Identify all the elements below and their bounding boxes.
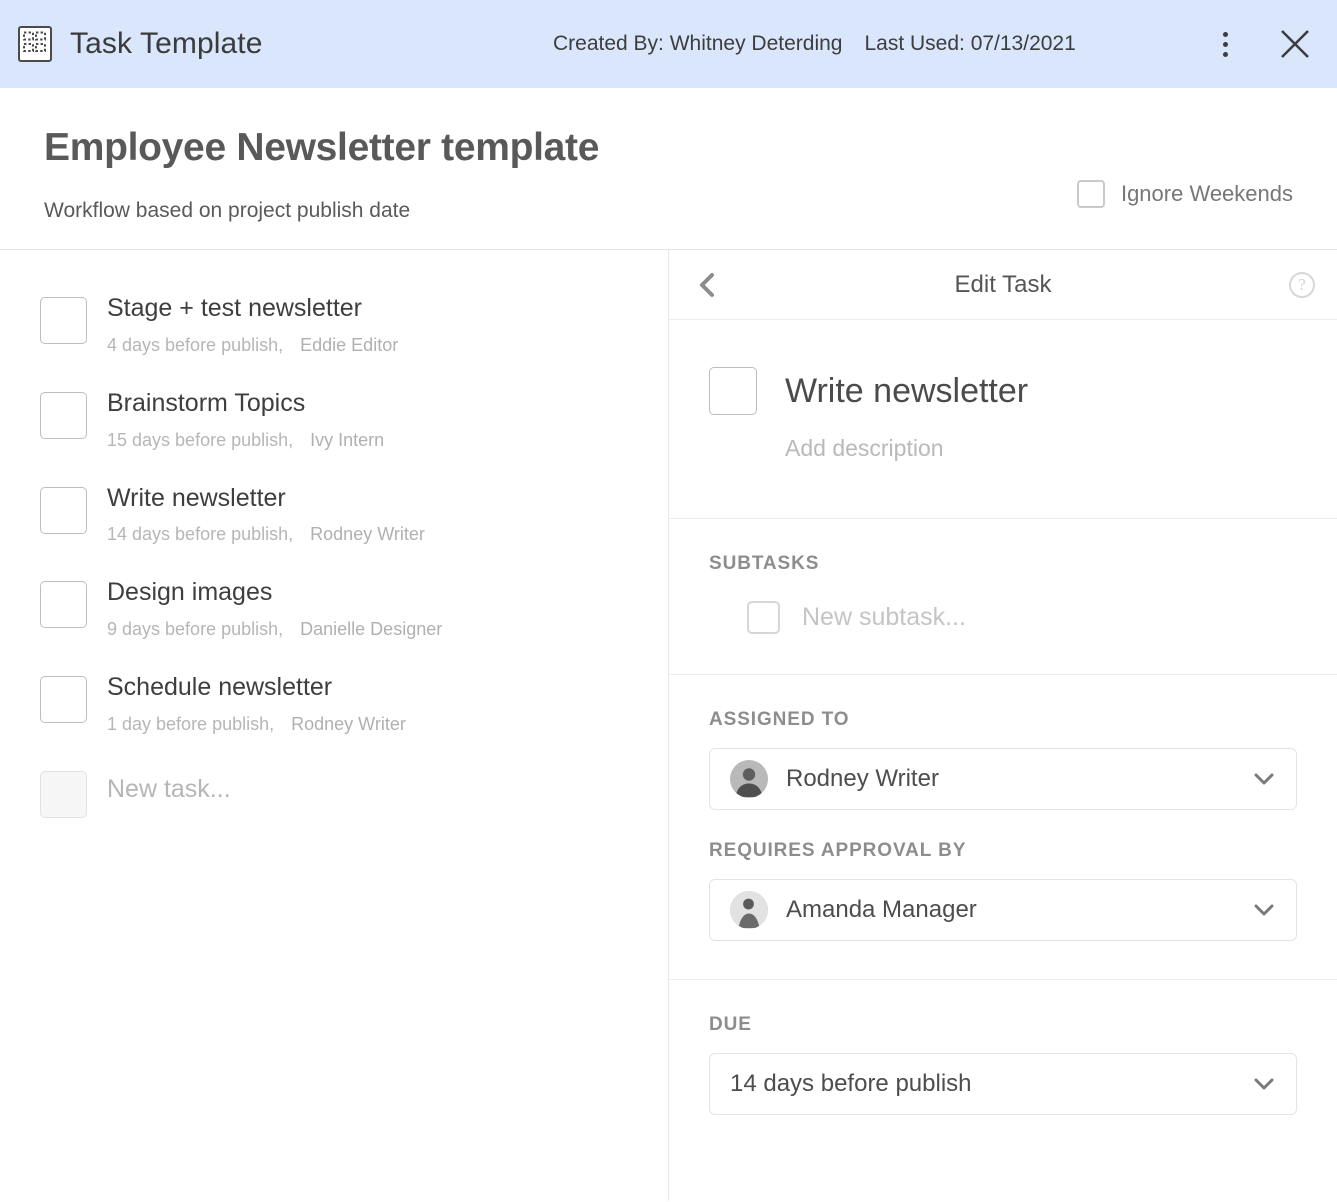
titlebar-left-group: Task Template: [18, 26, 263, 62]
task-meta: 9 days before publish, Danielle Designer: [107, 619, 442, 640]
task-due: 14 days before publish,: [107, 524, 294, 545]
task-content: Write newsletter 14 days before publish,…: [107, 484, 425, 546]
task-checkbox[interactable]: [40, 297, 87, 344]
user-avatar: [730, 891, 768, 929]
task-content: Design images 9 days before publish, Dan…: [107, 578, 442, 640]
ignore-weekends-toggle[interactable]: Ignore Weekends: [1076, 180, 1293, 208]
task-checkbox[interactable]: [40, 391, 87, 439]
task-checkbox[interactable]: [40, 486, 87, 534]
task-checkbox[interactable]: [40, 581, 87, 629]
task-title: Write newsletter: [107, 483, 286, 512]
new-subtask-placeholder[interactable]: New subtask...: [802, 603, 966, 632]
task-row[interactable]: Design images 9 days before publish, Dan…: [40, 578, 668, 640]
task-content: Schedule newsletter 1 day before publish…: [107, 673, 406, 735]
requires-approval-label: REQUIRES APPROVAL BY: [709, 840, 967, 861]
ignore-weekends-label: Ignore Weekends: [1120, 181, 1293, 206]
task-assignee: Rodney Writer: [310, 524, 425, 545]
task-due: 4 days before publish,: [107, 334, 284, 355]
task-row[interactable]: Brainstorm Topics 15 days before publish…: [40, 389, 668, 451]
task-meta: 15 days before publish, Ivy Intern: [107, 430, 384, 451]
task-title: Stage + test newsletter: [107, 294, 363, 322]
task-assignee: Danielle Designer: [300, 619, 443, 639]
task-content: Stage + test newsletter 4 days before pu…: [107, 294, 398, 356]
due-value: 14 days before publish: [730, 1070, 972, 1097]
new-task-placeholder[interactable]: New task...: [107, 768, 231, 804]
task-title: Design images: [107, 578, 273, 607]
task-title: Brainstorm Topics: [107, 388, 306, 417]
edit-task-title-row: Write newsletter: [709, 367, 1297, 415]
due-select[interactable]: 14 days before publish: [709, 1053, 1297, 1115]
edit-task-summary: Write newsletter Add description: [669, 320, 1337, 519]
page-header: Employee Newsletter template Workflow ba…: [0, 88, 1337, 250]
user-avatar: [730, 760, 768, 798]
help-circle-icon[interactable]: ?: [1289, 271, 1315, 298]
edit-task-description-placeholder[interactable]: Add description: [785, 435, 1297, 462]
close-icon[interactable]: [1275, 24, 1315, 64]
kebab-menu-icon[interactable]: [1211, 27, 1239, 61]
task-content: Brainstorm Topics 15 days before publish…: [107, 389, 384, 451]
task-due: 9 days before publish,: [107, 619, 284, 639]
edit-task-title: Edit Task: [954, 270, 1052, 298]
edit-task-name[interactable]: Write newsletter: [785, 372, 1028, 411]
new-task-row[interactable]: New task...: [40, 768, 668, 818]
assigned-to-select[interactable]: Rodney Writer: [709, 748, 1297, 810]
assigned-to-value: Rodney Writer: [786, 765, 939, 792]
chevron-down-icon[interactable]: [1252, 1072, 1276, 1096]
task-row[interactable]: Write newsletter 14 days before publish,…: [40, 484, 668, 546]
new-task-content: New task...: [107, 768, 231, 804]
edit-task-header: Edit Task ?: [669, 250, 1337, 320]
ignore-weekends-checkbox[interactable]: [1076, 180, 1105, 208]
task-list: Stage + test newsletter 4 days before pu…: [0, 250, 668, 1201]
new-subtask-row[interactable]: New subtask...: [747, 601, 1297, 634]
requires-approval-field: REQUIRES APPROVAL BY Amanda Manager: [709, 840, 1297, 941]
window-titlebar: Task Template Created By: Whitney Deterd…: [0, 0, 1337, 88]
assigned-to-label: ASSIGNED TO: [709, 709, 850, 730]
chevron-down-icon[interactable]: [1252, 898, 1276, 922]
assigned-to-field: ASSIGNED TO Rodney Writer: [709, 709, 1297, 810]
new-task-checkbox: [40, 770, 87, 818]
page-title: Employee Newsletter template: [44, 126, 600, 169]
assignment-section: ASSIGNED TO Rodney Writer REQUIRES APPRO…: [669, 675, 1337, 980]
chevron-left-icon[interactable]: [691, 268, 725, 302]
task-meta: 14 days before publish, Rodney Writer: [107, 524, 425, 545]
task-template-window: Task Template Created By: Whitney Deterd…: [0, 0, 1337, 1202]
edit-task-checkbox[interactable]: [709, 367, 757, 415]
task-checkbox[interactable]: [40, 676, 87, 723]
task-due: 15 days before publish,: [107, 429, 294, 450]
task-row[interactable]: Stage + test newsletter 4 days before pu…: [40, 294, 668, 356]
requires-approval-value: Amanda Manager: [786, 896, 977, 923]
template-grid-icon: [18, 26, 52, 62]
chevron-down-icon[interactable]: [1252, 767, 1276, 791]
task-assignee: Ivy Intern: [310, 429, 385, 450]
created-by-text: Created By: Whitney Deterding: [553, 32, 843, 55]
task-meta: 1 day before publish, Rodney Writer: [107, 714, 406, 735]
task-due: 1 day before publish,: [107, 713, 275, 734]
due-label: DUE: [709, 1014, 752, 1035]
task-title: Schedule newsletter: [107, 673, 333, 701]
due-section: DUE 14 days before publish: [669, 980, 1337, 1145]
task-assignee: Eddie Editor: [300, 334, 399, 355]
task-assignee: Rodney Writer: [291, 713, 406, 734]
new-subtask-checkbox[interactable]: [747, 601, 780, 634]
titlebar-metadata: Created By: Whitney Deterding Last Used:…: [553, 32, 1076, 56]
window-title: Task Template: [70, 27, 263, 60]
task-row[interactable]: Schedule newsletter 1 day before publish…: [40, 673, 668, 735]
due-field: DUE 14 days before publish: [709, 1014, 1297, 1115]
last-used-text: Last Used: 07/13/2021: [864, 32, 1076, 55]
task-meta: 4 days before publish, Eddie Editor: [107, 335, 398, 356]
edit-task-panel: Edit Task ? Write newsletter Add descrip…: [668, 250, 1337, 1201]
window-body: Stage + test newsletter 4 days before pu…: [0, 250, 1337, 1201]
subtasks-label: SUBTASKS: [709, 553, 820, 574]
requires-approval-select[interactable]: Amanda Manager: [709, 879, 1297, 941]
titlebar-actions: [1211, 24, 1315, 64]
subtasks-section: SUBTASKS New subtask...: [669, 519, 1337, 675]
